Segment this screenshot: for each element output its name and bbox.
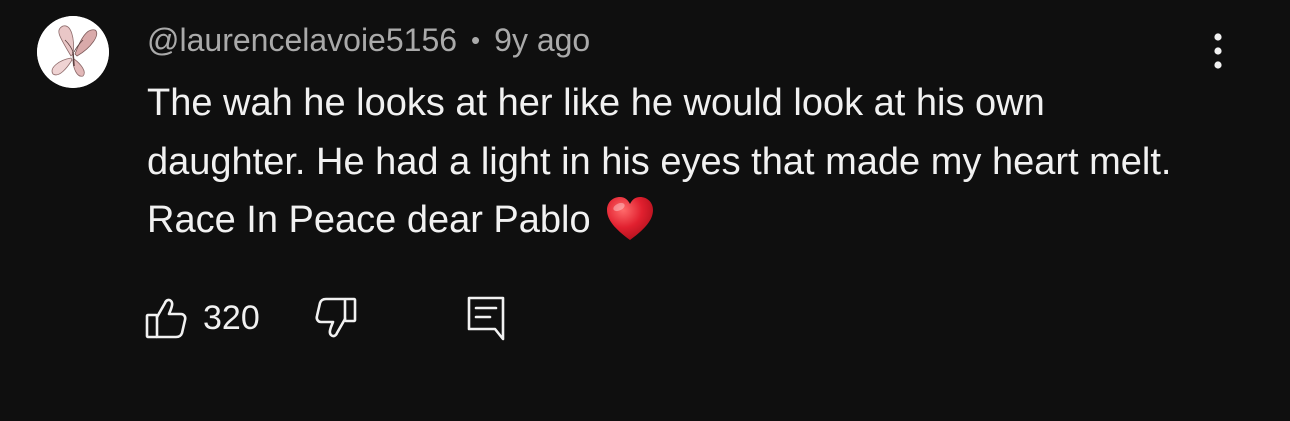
thumbs-down-icon [315, 297, 357, 338]
comment-timestamp[interactable]: 9y ago [494, 22, 590, 59]
comment-card: @laurencelavoie5156 • 9y ago The wah he … [0, 0, 1290, 421]
butterfly-icon [37, 16, 109, 88]
more-vertical-icon [1214, 33, 1222, 69]
like-button[interactable]: 320 [143, 292, 260, 344]
heart-emoji-icon [606, 197, 653, 240]
dislike-button[interactable] [313, 292, 359, 344]
reply-button[interactable] [463, 292, 509, 344]
more-options-button[interactable] [1196, 28, 1240, 74]
author-avatar[interactable] [37, 16, 109, 88]
comment-reply-icon [467, 296, 505, 341]
separator-dot: • [471, 24, 481, 55]
comment-body: The wah he looks at her like he would lo… [147, 82, 1172, 241]
like-count: 320 [203, 298, 260, 337]
comment-text: The wah he looks at her like he would lo… [147, 74, 1207, 250]
comment-header: @laurencelavoie5156 • 9y ago [147, 18, 590, 62]
author-handle[interactable]: @laurencelavoie5156 [147, 22, 457, 59]
thumbs-up-icon [145, 298, 187, 339]
